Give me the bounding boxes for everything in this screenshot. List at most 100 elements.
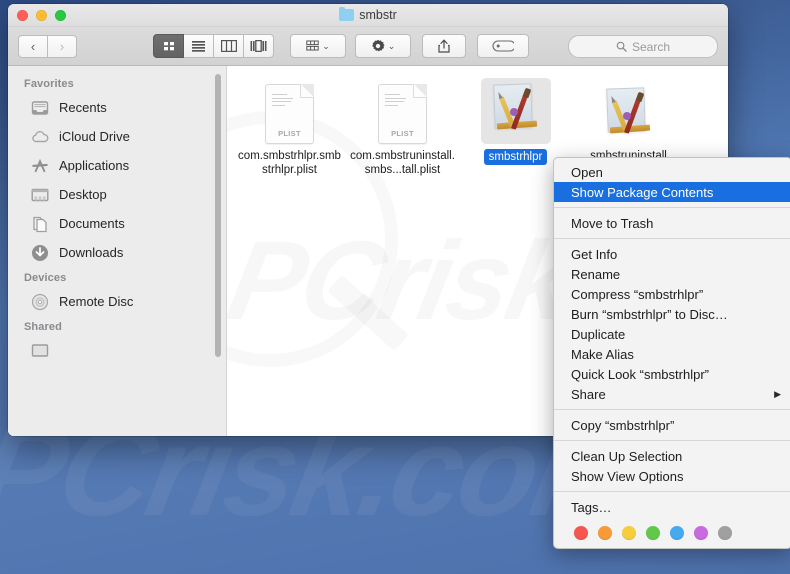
file-item[interactable]: PLIST com.smbstruninstall.smbs...tall.pl… bbox=[346, 78, 459, 177]
tag-color-orange[interactable] bbox=[598, 526, 612, 540]
file-label: com.smbstrhlpr.smbstrhlpr.plist bbox=[238, 150, 341, 176]
gallery-view-button[interactable] bbox=[244, 34, 274, 58]
disc-icon bbox=[30, 292, 50, 312]
menu-item-label: Make Alias bbox=[571, 346, 634, 362]
menu-item-compress[interactable]: Compress “smbstrhlpr” bbox=[554, 284, 790, 304]
gear-icon bbox=[371, 39, 385, 52]
folder-icon bbox=[339, 7, 355, 21]
tag-color-green[interactable] bbox=[646, 526, 660, 540]
app-file-icon bbox=[600, 86, 658, 144]
doc-lines bbox=[272, 94, 294, 108]
share-button[interactable] bbox=[422, 34, 466, 58]
sidebar-item-label: Documents bbox=[59, 216, 125, 231]
column-view-button[interactable] bbox=[214, 34, 244, 58]
tag-color-purple[interactable] bbox=[694, 526, 708, 540]
tags-button[interactable] bbox=[477, 34, 529, 58]
sidebar-scrollbar[interactable] bbox=[215, 74, 221, 357]
file-thumbnail: PLIST bbox=[265, 78, 314, 144]
forward-button[interactable]: › bbox=[48, 34, 77, 58]
menu-item-label: Copy “smbstrhlpr” bbox=[571, 417, 675, 433]
tag-color-gray[interactable] bbox=[718, 526, 732, 540]
list-view-button[interactable] bbox=[184, 34, 214, 58]
menu-item-label: Clean Up Selection bbox=[571, 448, 683, 464]
tag-color-row bbox=[554, 517, 790, 542]
desktop-background: PCrisk.com smbstr ‹ › ⌄ ⌄ Search Favorit… bbox=[0, 0, 790, 574]
desktop-icon bbox=[30, 185, 50, 205]
menu-item-burn-to-disc[interactable]: Burn “smbstrhlpr” to Disc… bbox=[554, 304, 790, 324]
sidebar-item-shared-partial[interactable] bbox=[8, 336, 226, 365]
file-thumbnail: PLIST bbox=[378, 78, 427, 144]
file-thumbnail bbox=[600, 78, 658, 144]
selection-highlight bbox=[480, 78, 551, 144]
sidebar-section-devices-header: Devices bbox=[24, 272, 67, 284]
menu-item-label: Duplicate bbox=[571, 326, 626, 342]
menu-item-rename[interactable]: Rename bbox=[554, 264, 790, 284]
sidebar-section-favorites-header: Favorites bbox=[24, 78, 74, 90]
file-label: com.smbstruninstall.smbs...tall.plist bbox=[350, 150, 455, 176]
menu-item-clean-up-selection[interactable]: Clean Up Selection bbox=[554, 446, 790, 466]
tag-color-yellow[interactable] bbox=[622, 526, 636, 540]
tag-icon bbox=[492, 40, 514, 52]
sidebar-item-applications[interactable]: Applications bbox=[8, 151, 226, 180]
menu-item-show-package-contents[interactable]: Show Package Contents bbox=[554, 182, 790, 202]
menu-item-move-to-trash[interactable]: Move to Trash bbox=[554, 213, 790, 233]
tag-color-blue[interactable] bbox=[670, 526, 684, 540]
menu-item-label: Compress “smbstrhlpr” bbox=[571, 286, 704, 302]
chevron-right-icon: › bbox=[59, 38, 65, 54]
chevron-down-icon: ⌄ bbox=[322, 40, 330, 51]
sidebar-item-recents[interactable]: Recents bbox=[8, 93, 226, 122]
file-item[interactable]: PLIST com.smbstrhlpr.smbstrhlpr.plist bbox=[233, 78, 346, 177]
sidebar-item-label: Desktop bbox=[59, 187, 107, 202]
sidebar-item-label: Recents bbox=[59, 100, 107, 115]
menu-item-label: Tags… bbox=[571, 499, 612, 515]
menu-item-get-info[interactable]: Get Info bbox=[554, 244, 790, 264]
sidebar: Favorites Recents iCloud Drive Applicati… bbox=[8, 66, 227, 436]
menu-item-make-alias[interactable]: Make Alias bbox=[554, 344, 790, 364]
menu-separator bbox=[554, 238, 790, 239]
back-button[interactable]: ‹ bbox=[18, 34, 48, 58]
sidebar-item-documents[interactable]: Documents bbox=[8, 209, 226, 238]
finder-toolbar: ‹ › ⌄ ⌄ Search bbox=[8, 27, 728, 66]
menu-item-duplicate[interactable]: Duplicate bbox=[554, 324, 790, 344]
menu-item-show-view-options[interactable]: Show View Options bbox=[554, 466, 790, 486]
menu-item-open[interactable]: Open bbox=[554, 162, 790, 182]
sidebar-item-desktop[interactable]: Desktop bbox=[8, 180, 226, 209]
menu-item-quick-look[interactable]: Quick Look “smbstrhlpr” bbox=[554, 364, 790, 384]
search-input[interactable]: Search bbox=[568, 35, 718, 58]
window-titlebar: smbstr bbox=[8, 4, 728, 27]
arrange-button[interactable]: ⌄ bbox=[290, 34, 346, 58]
recents-icon bbox=[30, 98, 50, 118]
applications-icon bbox=[30, 156, 50, 176]
shared-computer-icon bbox=[30, 341, 50, 361]
menu-item-label: Share bbox=[571, 386, 606, 402]
file-kind-badge: PLIST bbox=[391, 129, 414, 138]
cloud-icon bbox=[30, 127, 50, 147]
sidebar-item-label: Remote Disc bbox=[59, 294, 134, 309]
icon-view-icon bbox=[163, 42, 174, 51]
menu-item-label: Rename bbox=[571, 266, 621, 282]
menu-item-tags[interactable]: Tags… bbox=[554, 497, 790, 517]
menu-item-label: Show View Options bbox=[571, 468, 684, 484]
file-kind-badge: PLIST bbox=[278, 129, 301, 138]
sidebar-item-remote-disc[interactable]: Remote Disc bbox=[8, 287, 226, 316]
menu-separator bbox=[554, 409, 790, 410]
navigation-buttons: ‹ › bbox=[18, 34, 77, 58]
menu-item-label: Move to Trash bbox=[571, 215, 654, 231]
sidebar-item-downloads[interactable]: Downloads bbox=[8, 238, 226, 267]
share-icon bbox=[438, 39, 450, 53]
menu-item-copy[interactable]: Copy “smbstrhlpr” bbox=[554, 415, 790, 435]
icon-view-button[interactable] bbox=[153, 34, 184, 58]
menu-item-label: Show Package Contents bbox=[571, 184, 714, 200]
content-watermark: PCrisk bbox=[227, 216, 580, 345]
sidebar-item-icloud-drive[interactable]: iCloud Drive bbox=[8, 122, 226, 151]
menu-separator bbox=[554, 440, 790, 441]
menu-item-label: Get Info bbox=[571, 246, 618, 262]
chevron-left-icon: ‹ bbox=[30, 38, 36, 54]
app-icon-dot bbox=[509, 108, 518, 116]
menu-item-share[interactable]: Share ▶ bbox=[554, 384, 790, 404]
tag-color-red[interactable] bbox=[574, 526, 588, 540]
action-button[interactable]: ⌄ bbox=[355, 34, 411, 58]
app-file-icon bbox=[487, 82, 545, 140]
context-menu: Open Show Package Contents Move to Trash… bbox=[553, 157, 790, 549]
file-thumbnail bbox=[480, 78, 551, 144]
